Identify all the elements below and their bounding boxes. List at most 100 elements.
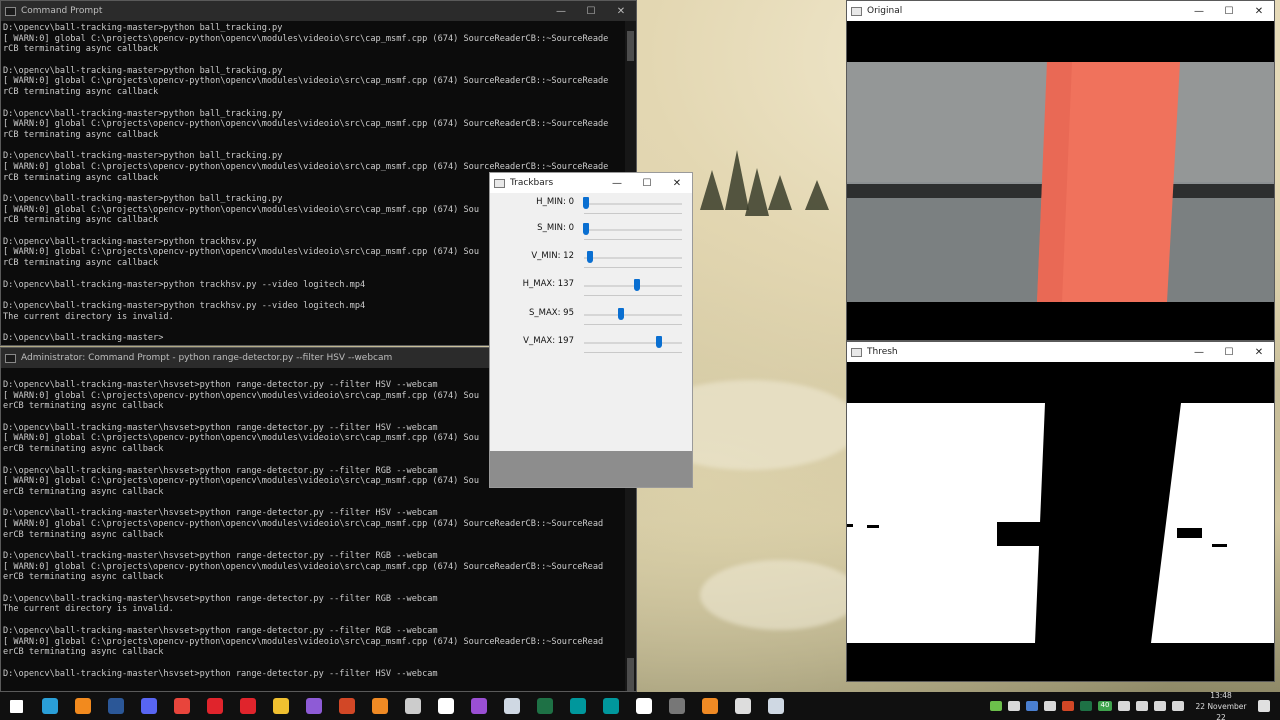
trackbar-track[interactable] [584, 229, 682, 231]
trackbar-thumb[interactable] [583, 197, 589, 209]
volume-icon[interactable] [1154, 701, 1166, 711]
taskbar-settings-button[interactable] [627, 692, 660, 720]
tray-badge-icon[interactable]: 40 [1098, 701, 1112, 711]
taskbar-start-button[interactable] [0, 692, 33, 720]
console-line: D:\opencv\ball-tracking-master\hsvset>py… [3, 668, 438, 679]
original-window[interactable]: Original — ☐ ✕ [846, 0, 1275, 341]
taskbar-arduino-button[interactable] [561, 692, 594, 720]
command-prompt-titlebar[interactable]: Command Prompt — ☐ ✕ [1, 1, 636, 21]
chrome-icon [173, 698, 190, 714]
console-line: [ WARN:0] global C:\projects\opencv-pyth… [3, 76, 609, 87]
trackbar-label: V_MAX: 197 [523, 336, 574, 346]
console-line: [ WARN:0] global C:\projects\opencv-pyth… [3, 33, 609, 44]
close-button[interactable]: ✕ [1244, 342, 1274, 362]
taskbar-obs-button[interactable] [726, 692, 759, 720]
maximize-button[interactable]: ☐ [632, 173, 662, 193]
console-line: [ WARN:0] global C:\projects\opencv-pyth… [3, 518, 604, 529]
tray-app-icon[interactable] [1062, 701, 1074, 711]
tray-app-icon[interactable] [1044, 701, 1056, 711]
taskbar-opera-button[interactable] [198, 692, 231, 720]
opera-icon [206, 698, 223, 714]
minimize-button[interactable]: — [1184, 342, 1214, 362]
maximize-button[interactable]: ☐ [576, 1, 606, 21]
trackbar-ticks [584, 238, 682, 240]
thresh-window[interactable]: Thresh — ☐ ✕ [846, 341, 1275, 682]
minimize-button[interactable]: — [602, 173, 632, 193]
minimize-button[interactable]: — [546, 1, 576, 21]
language-icon[interactable] [1136, 701, 1148, 711]
trackbar-track[interactable] [584, 203, 682, 205]
trackbars-window[interactable]: Trackbars — ☐ ✕ H_MIN: 0 S_MIN: 0 V_MIN: 1… [489, 172, 693, 488]
console-line: D:\opencv\ball-tracking-master>python ba… [3, 23, 283, 33]
minimize-button[interactable]: — [1184, 1, 1214, 21]
trackbar-track[interactable] [584, 342, 682, 344]
tray-app-icon[interactable] [1080, 701, 1092, 711]
taskbar-sublime-button[interactable] [363, 692, 396, 720]
battery-icon[interactable] [1172, 701, 1184, 711]
taskbar-word-button[interactable] [99, 692, 132, 720]
system-tray: 40 13:48 22 November 22 [987, 690, 1280, 720]
mp3tag-icon [404, 698, 421, 714]
taskbar-camera-button[interactable] [495, 692, 528, 720]
trackbar-thumb[interactable] [618, 308, 625, 320]
close-button[interactable]: ✕ [662, 173, 692, 193]
taskbar-app-lock-button[interactable] [759, 692, 792, 720]
trackbar-track[interactable] [584, 314, 682, 316]
trackbar-row: H_MAX: 137 [490, 279, 690, 308]
trackbar-thumb[interactable] [655, 336, 662, 348]
taskbar-icons [0, 692, 792, 720]
close-button[interactable]: ✕ [1244, 1, 1274, 21]
trackbar-label: S_MIN: 0 [537, 223, 574, 233]
close-button[interactable]: ✕ [606, 1, 636, 21]
taskbar-discord-button[interactable] [132, 692, 165, 720]
taskbar-arduino-2-button[interactable] [594, 692, 627, 720]
taskbar-excel-button[interactable] [528, 692, 561, 720]
trackbar-thumb[interactable] [587, 251, 594, 263]
trackbars-titlebar[interactable]: Trackbars — ☐ ✕ [490, 173, 692, 193]
tray-app-icon[interactable] [1008, 701, 1020, 711]
notification-icon[interactable] [1258, 700, 1270, 712]
maximize-button[interactable]: ☐ [1214, 1, 1244, 21]
trackbar-track[interactable] [584, 257, 682, 259]
taskbar-edge-button[interactable] [33, 692, 66, 720]
trackbar-ticks [584, 323, 682, 325]
maximize-button[interactable]: ☐ [1214, 342, 1244, 362]
scrollbar-thumb[interactable] [627, 31, 634, 61]
taskbar-app-g-button[interactable] [462, 692, 495, 720]
bluetooth-icon[interactable] [1026, 701, 1038, 711]
window-title: Thresh [867, 347, 898, 357]
taskbar-powerpoint-button[interactable] [330, 692, 363, 720]
fog [700, 560, 860, 630]
network-icon[interactable] [1118, 701, 1130, 711]
taskbar-file-explorer-button[interactable] [264, 692, 297, 720]
taskbar-chrome-button[interactable] [165, 692, 198, 720]
clock[interactable]: 13:48 22 November 22 [1193, 690, 1249, 720]
tray-app-icon[interactable] [990, 701, 1002, 711]
scrollbar-thumb[interactable] [627, 658, 634, 691]
original-titlebar[interactable]: Original — ☐ ✕ [847, 1, 1274, 21]
settings-icon [635, 698, 652, 714]
taskbar-github-button[interactable] [429, 692, 462, 720]
taskbar-vlc-button[interactable] [66, 692, 99, 720]
trackbar-thumb[interactable] [583, 223, 589, 235]
taskbar-visual-studio-button[interactable] [297, 692, 330, 720]
taskbar-mp3tag-button[interactable] [396, 692, 429, 720]
taskbar-terminal-button[interactable] [660, 692, 693, 720]
trackbar-label: H_MAX: 137 [522, 279, 574, 289]
taskbar-sublime-2-button[interactable] [693, 692, 726, 720]
console-line: [ WARN:0] global C:\projects\opencv-pyth… [3, 636, 604, 647]
clock-time: 13:48 [1210, 690, 1232, 700]
thresh-titlebar[interactable]: Thresh — ☐ ✕ [847, 342, 1274, 362]
trackbar-thumb[interactable] [633, 279, 640, 291]
powerpoint-icon [338, 698, 355, 714]
console-line: D:\opencv\ball-tracking-master\hsvset>py… [3, 625, 438, 636]
excel-icon [536, 698, 553, 714]
taskbar: 40 13:48 22 November 22 [0, 690, 1280, 720]
taskbar-opera-gx-button[interactable] [231, 692, 264, 720]
console-line: D:\opencv\ball-tracking-master>python ba… [3, 108, 283, 119]
camera-icon [503, 698, 520, 714]
tree [805, 180, 829, 210]
